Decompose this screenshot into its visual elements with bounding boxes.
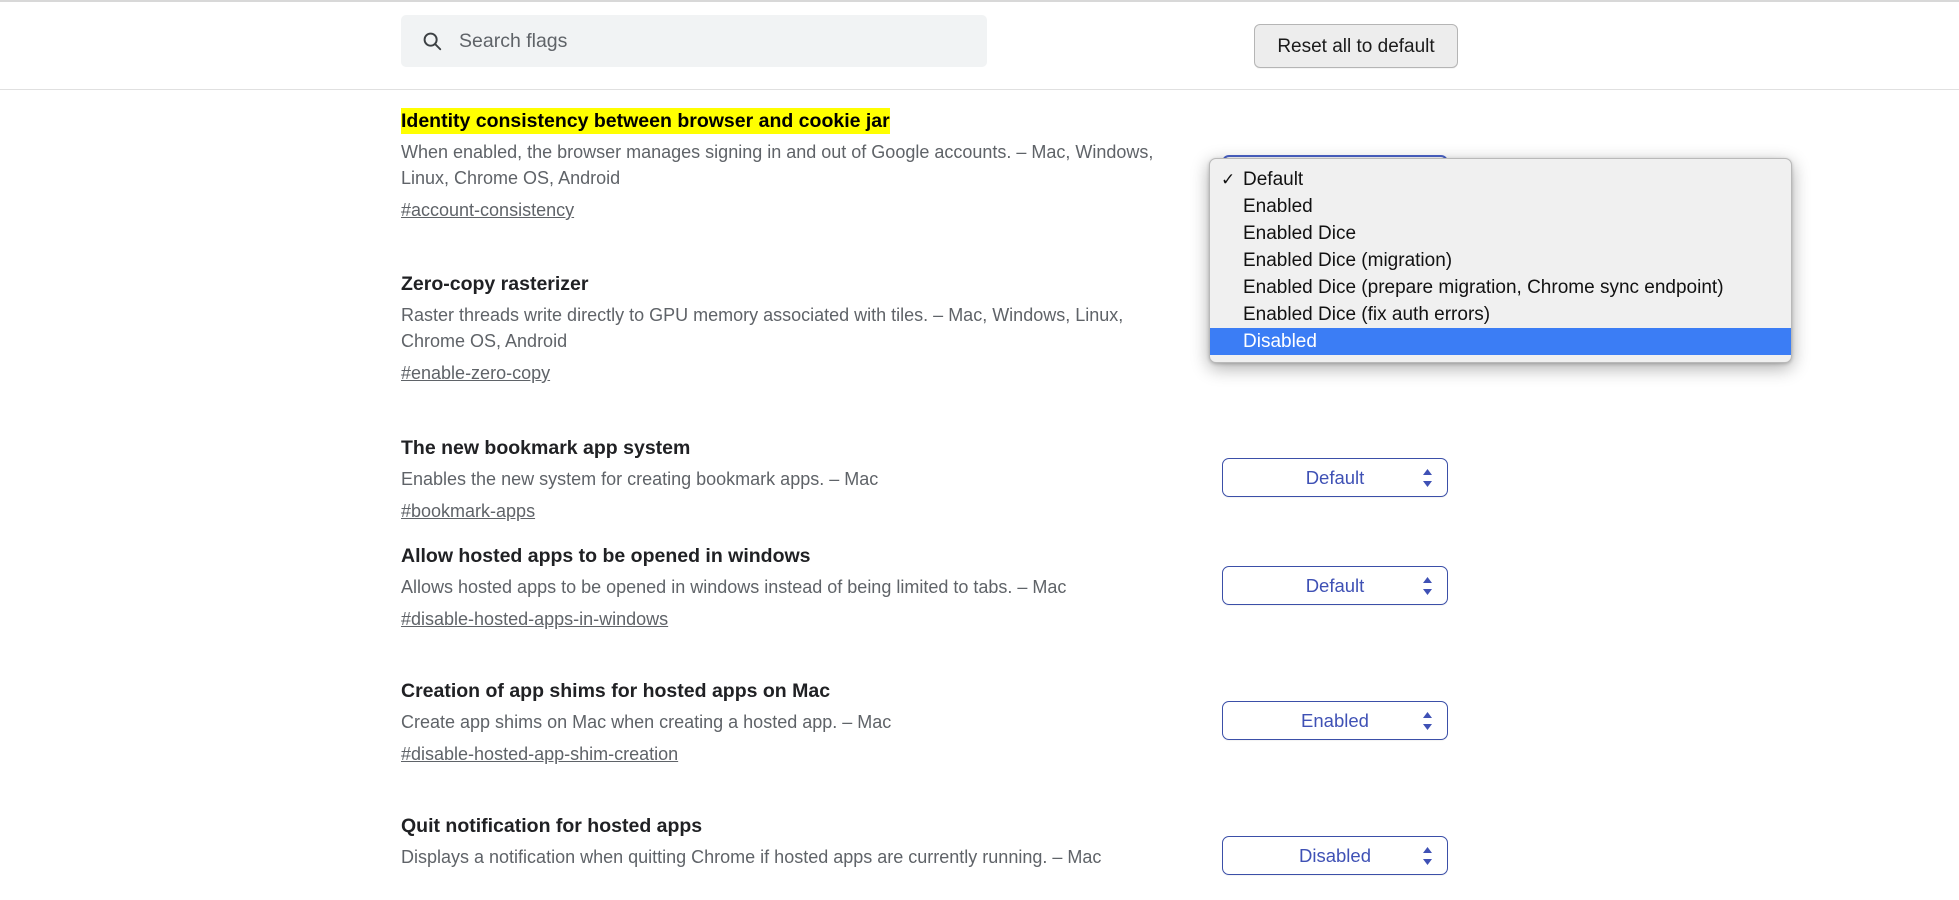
flag-info: Creation of app shims for hosted apps on… [401,678,1191,767]
reset-all-to-default-button[interactable]: Reset all to default [1254,24,1458,68]
flag-state-select[interactable]: Disabled [1222,836,1448,875]
check-icon: ✓ [1221,170,1236,189]
dropdown-option[interactable]: Enabled Dice (migration) [1210,247,1791,274]
flag-anchor-link[interactable]: #bookmark-apps [401,498,535,524]
dropdown-option[interactable]: Enabled Dice (fix auth errors) [1210,301,1791,328]
dropdown-option[interactable]: Enabled Dice (prepare migration, Chrome … [1210,274,1791,301]
flag-state-value: Default [1305,466,1365,488]
flag-description: When enabled, the browser manages signin… [401,142,1154,188]
flag-state-value: Default [1305,574,1365,596]
flag-description: Enables the new system for creating book… [401,469,879,489]
search-box[interactable] [401,15,987,67]
dropdown-option[interactable]: Enabled [1210,193,1791,220]
flag-anchor-link[interactable]: #disable-hosted-apps-in-windows [401,606,668,632]
dropdown-option-label: Enabled Dice (fix auth errors) [1243,304,1491,325]
flag-description: Raster threads write directly to GPU mem… [401,305,1124,351]
flag-state-select[interactable]: Default [1222,566,1448,605]
chevron-updown-icon [1423,468,1432,487]
flag-title: The new bookmark app system [401,437,691,459]
chevron-updown-icon [1423,711,1432,730]
dropdown-option-label: Enabled Dice (prepare migration, Chrome … [1243,277,1724,298]
flag-description: Allows hosted apps to be opened in windo… [401,577,1067,597]
flag-info: Allow hosted apps to be opened in window… [401,543,1191,632]
dropdown-option-label: Enabled [1243,196,1313,217]
dropdown-option-label: Enabled Dice [1243,223,1357,244]
dropdown-option[interactable]: Enabled Dice [1210,220,1791,247]
dropdown-option[interactable]: Disabled [1210,328,1791,355]
dropdown-option[interactable]: ✓ Default [1210,166,1791,193]
flag-anchor-link[interactable]: #disable-hosted-app-shim-creation [401,741,678,767]
dropdown-option-label: Default [1243,169,1304,190]
flag-info: Identity consistency between browser and… [401,108,1191,223]
flag-title: Quit notification for hosted apps [401,815,703,837]
flag-state-select[interactable]: Default [1222,458,1448,497]
flag-title: Identity consistency between browser and… [401,108,890,134]
flag-title: Creation of app shims for hosted apps on… [401,680,831,702]
select-dropdown-menu[interactable]: ✓ Default Enabled Enabled Dice Enabled D… [1209,158,1792,363]
flag-info: Quit notification for hosted apps Displa… [401,813,1191,876]
flag-description: Create app shims on Mac when creating a … [401,712,892,732]
flag-info: Zero-copy rasterizer Raster threads writ… [401,271,1191,386]
flag-state-value: Enabled [1301,709,1369,731]
dropdown-option-label: Enabled Dice (migration) [1243,250,1453,271]
flag-title: Allow hosted apps to be opened in window… [401,545,811,567]
search-icon [423,32,442,51]
flags-page: Reset all to default Identity consistenc… [0,0,1959,900]
flag-title: Zero-copy rasterizer [401,273,589,295]
flag-state-value: Disabled [1299,844,1371,866]
flag-state-select[interactable]: Enabled [1222,701,1448,740]
flags-header: Reset all to default [0,2,1959,90]
chevron-updown-icon [1423,846,1432,865]
flag-anchor-link[interactable]: #enable-zero-copy [401,360,550,386]
dropdown-option-label: Disabled [1243,331,1317,352]
chevron-updown-icon [1423,576,1432,595]
flag-anchor-link[interactable]: #account-consistency [401,197,574,223]
search-input[interactable] [459,29,939,53]
flag-description: Displays a notification when quitting Ch… [401,847,1102,867]
flag-info: The new bookmark app system Enables the … [401,435,1191,524]
